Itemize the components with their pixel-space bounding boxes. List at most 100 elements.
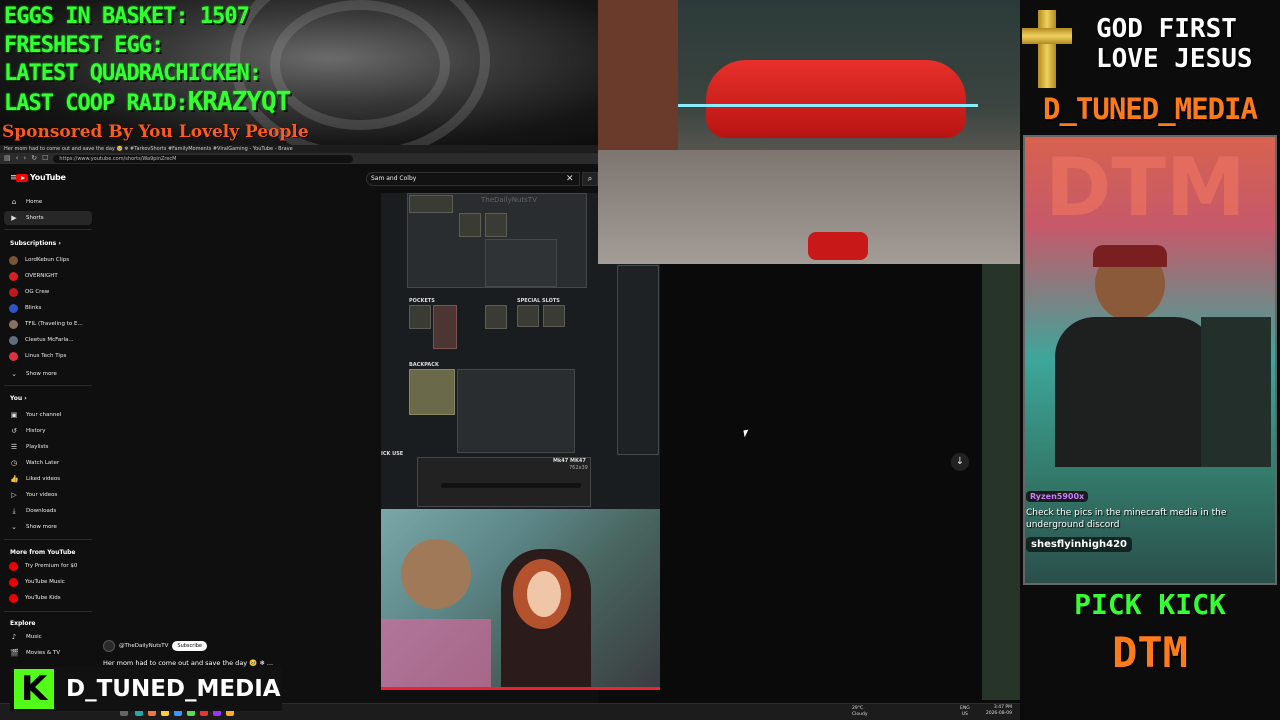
stream-right-panel: GOD FIRST LOVE JESUS D_TUNED_MEDIA DTM R…	[1020, 0, 1280, 720]
search-button[interactable]: ⌕	[582, 172, 598, 186]
sponsor-text: Sponsored By You Lovely People	[2, 122, 309, 142]
sidebar-item-label: Home	[26, 199, 43, 205]
chevron-right-icon: ›	[24, 395, 27, 402]
subscribe-button[interactable]: Subscribe	[172, 641, 207, 651]
clear-search-icon[interactable]: ✕	[566, 172, 574, 186]
eggs-in-basket-text: EGGS IN BASKET: 1507	[4, 4, 250, 29]
quick-use-label: ICK USE	[381, 451, 404, 457]
sidebar-toggle-icon[interactable]: ▤	[4, 154, 11, 163]
subscription-item[interactable]: Linus Tech Tips	[4, 349, 92, 363]
video-progress-bar[interactable]	[381, 687, 660, 690]
short-caption[interactable]: Her mom had to come out and save the day…	[103, 659, 273, 667]
car-bumper	[706, 60, 966, 138]
forward-button[interactable]: ›	[23, 154, 26, 163]
sidebar-item-youtube-kids[interactable]: YouTube Kids	[4, 591, 92, 605]
language-indicator[interactable]: ENG US	[960, 706, 970, 718]
sidebar-item-history[interactable]: ↺ History	[4, 424, 92, 438]
subscription-item[interactable]: LordKebun Clips	[4, 253, 92, 267]
sidebar-item-home[interactable]: ⌂ Home	[4, 195, 92, 209]
sidebar-item-music[interactable]: ♪ Music	[4, 630, 92, 644]
chevron-right-icon: ›	[58, 240, 61, 247]
sidebar-item-your-videos[interactable]: ▷ Your videos	[4, 488, 92, 502]
more-from-youtube-header: More from YouTube	[10, 549, 76, 556]
sidebar-item-your-channel[interactable]: ▣ Your channel	[4, 408, 92, 422]
subscription-item[interactable]: OVERNIGHT	[4, 269, 92, 283]
channel-avatar[interactable]	[103, 640, 115, 652]
sidebar-item-premium[interactable]: Try Premium for $0	[4, 559, 92, 573]
background-edge	[982, 264, 1020, 700]
subscription-item[interactable]: Cleetus McFarla...	[4, 333, 92, 347]
sidebar-item-label: YouTube Music	[25, 579, 65, 585]
bookmark-button[interactable]: ☐	[42, 154, 48, 163]
shelf	[1201, 317, 1271, 467]
special-slots-label: SPECIAL SLOTS	[517, 298, 560, 304]
subscription-item[interactable]: OG Crew	[4, 285, 92, 299]
overlay-bg-swirl	[270, 0, 450, 130]
video-watermark: TheDailyNutsTV	[481, 196, 537, 204]
room-webcam	[598, 0, 1020, 264]
subscription-label: OVERNIGHT	[25, 273, 58, 279]
side-inventory-column	[617, 265, 659, 455]
subscription-item[interactable]: TFIL (Traveling to E...	[4, 317, 92, 331]
channel-avatar	[9, 303, 18, 313]
history-icon: ↺	[11, 427, 17, 435]
music-icon: ♪	[11, 633, 17, 641]
weather-desc: Cloudy	[852, 712, 868, 717]
cross-bar	[1022, 28, 1072, 44]
sidebar-item-watch-later[interactable]: ◷ Watch Later	[4, 456, 92, 470]
sidebar-item-playlists[interactable]: ☰ Playlists	[4, 440, 92, 454]
you-header-label: You	[10, 395, 23, 402]
last-coop-raid: LAST COOP RAID:KRAZYQT	[4, 88, 291, 118]
address-bar[interactable]: https://www.youtube.com/shorts/Wa9plnZre…	[53, 154, 354, 163]
stream-overlay-stats: EGGS IN BASKET: 1507 FRESHEST EGG: LATES…	[0, 0, 598, 145]
special-slot	[517, 305, 539, 327]
sidebar-item-liked-videos[interactable]: 👍 Liked videos	[4, 472, 92, 486]
show-more-you[interactable]: ⌄ Show more	[4, 520, 92, 534]
sidebar-item-movies[interactable]: 🎬 Movies & TV	[4, 646, 92, 660]
weapon-name: Mk47 MK47	[553, 458, 586, 464]
channel-avatar	[9, 319, 18, 329]
weather-widget[interactable]: 29°C Cloudy	[852, 706, 868, 718]
chat-username: Ryzen5900x	[1026, 491, 1089, 502]
cross-icon	[1038, 10, 1056, 88]
subscriptions-header[interactable]: Subscriptions ›	[10, 240, 61, 247]
search-input[interactable]: Sam and Colby	[366, 172, 580, 186]
region-code: US	[961, 712, 968, 717]
short-video-player[interactable]: TheDailyNutsTV POCKETS SPECIAL SLOTS BAC…	[381, 193, 660, 690]
download-icon: ⤓	[12, 507, 16, 515]
chat-message: Check the pics in the minecraft media in…	[1026, 508, 1227, 530]
film-icon: 🎬	[10, 649, 19, 657]
clock-icon: ◷	[10, 459, 18, 467]
sidebar-item-downloads[interactable]: ⤓ Downloads	[4, 504, 92, 518]
inventory-slot	[409, 195, 453, 213]
channel-avatar	[9, 271, 18, 281]
last-coop-raid-label: LAST COOP RAID:	[4, 91, 189, 116]
sidebar-item-youtube-music[interactable]: YouTube Music	[4, 575, 92, 589]
divider	[4, 229, 92, 230]
next-short-button[interactable]: ↓	[951, 453, 969, 471]
you-header[interactable]: You ›	[10, 395, 27, 402]
streamer-face	[527, 571, 561, 617]
back-button[interactable]: ‹	[16, 154, 19, 163]
subscription-item[interactable]: Blinks	[4, 301, 92, 315]
freshest-egg-text: FRESHEST EGG:	[4, 33, 164, 58]
kick-channel-name: D_TUNED_MEDIA	[66, 676, 281, 702]
shorts-icon: ▶	[11, 214, 17, 222]
pick-kick-text: PICK KICK	[1074, 588, 1226, 621]
led-strip	[678, 104, 978, 107]
browser-tab[interactable]: Her mom had to come out and save the day…	[0, 145, 598, 153]
reload-button[interactable]: ↻	[31, 154, 37, 163]
sidebar-item-label: Movies & TV	[26, 650, 61, 656]
sidebar-item-label: Watch Later	[26, 460, 60, 466]
rifle-image	[441, 483, 581, 488]
pocket-slot	[409, 305, 431, 329]
pocket-slot	[485, 305, 507, 329]
system-clock[interactable]: 3:47 PM 2026-08-09	[986, 705, 1012, 717]
god-first-text: GOD FIRST	[1096, 14, 1237, 44]
sidebar-item-shorts[interactable]: ▶ Shorts	[4, 211, 92, 225]
channel-name[interactable]: @TheDailyNutsTV	[119, 643, 168, 649]
show-more-subscriptions[interactable]: ⌄ Show more	[4, 367, 92, 381]
subscription-label: Linus Tech Tips	[25, 353, 67, 359]
sidebar-item-label: Playlists	[26, 444, 49, 450]
kick-logo-icon: K	[14, 669, 54, 709]
